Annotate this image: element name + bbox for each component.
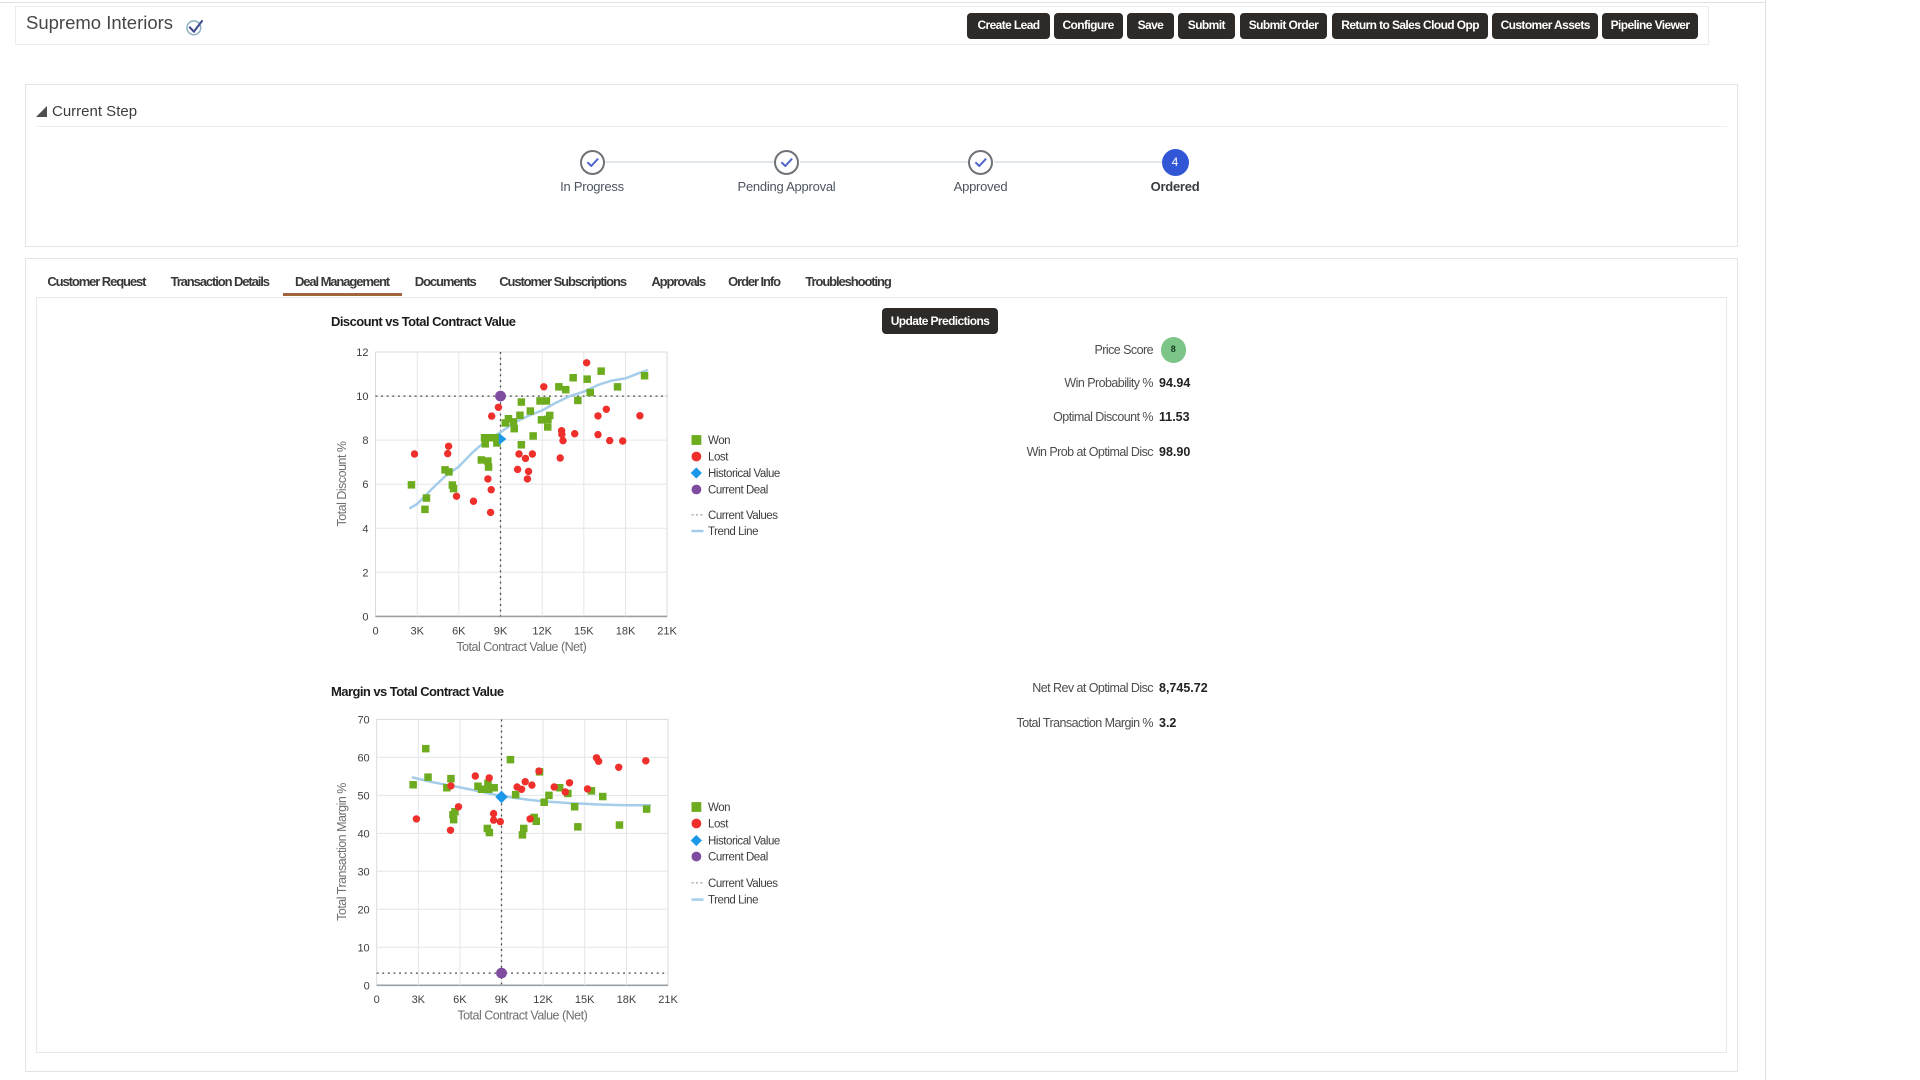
svg-text:Current Values: Current Values xyxy=(708,510,778,522)
svg-text:12K: 12K xyxy=(533,994,553,1006)
svg-text:20: 20 xyxy=(357,904,369,916)
svg-text:21K: 21K xyxy=(658,994,678,1006)
svg-text:6K: 6K xyxy=(452,626,466,638)
svg-text:3K: 3K xyxy=(412,994,426,1006)
svg-text:Current Values: Current Values xyxy=(708,878,778,890)
svg-text:4: 4 xyxy=(362,523,368,535)
svg-text:6: 6 xyxy=(362,479,368,491)
svg-text:Trend Line: Trend Line xyxy=(708,895,758,907)
svg-text:30: 30 xyxy=(357,866,369,878)
svg-text:Won: Won xyxy=(708,802,730,814)
svg-text:12: 12 xyxy=(356,347,368,359)
svg-text:0: 0 xyxy=(372,626,378,638)
svg-text:60: 60 xyxy=(357,752,369,764)
svg-text:Total Discount %: Total Discount % xyxy=(335,441,349,526)
svg-text:40: 40 xyxy=(357,828,369,840)
svg-text:50: 50 xyxy=(357,790,369,802)
svg-text:10: 10 xyxy=(356,391,368,403)
svg-text:0: 0 xyxy=(364,980,370,992)
svg-text:Discount vs Total Contract Val: Discount vs Total Contract Value xyxy=(331,314,516,329)
svg-text:Current Deal: Current Deal xyxy=(708,852,768,864)
svg-text:6K: 6K xyxy=(453,994,467,1006)
svg-text:0: 0 xyxy=(362,611,368,623)
svg-text:Lost: Lost xyxy=(708,819,729,831)
svg-text:21K: 21K xyxy=(657,626,677,638)
svg-text:Current Deal: Current Deal xyxy=(708,485,768,497)
svg-text:70: 70 xyxy=(357,714,369,726)
svg-text:2: 2 xyxy=(362,567,368,579)
svg-text:Total Contract Value (Net): Total Contract Value (Net) xyxy=(456,640,586,654)
svg-text:8: 8 xyxy=(362,435,368,447)
svg-text:Historical Value: Historical Value xyxy=(708,468,780,480)
svg-text:0: 0 xyxy=(374,994,380,1006)
svg-text:Total Contract Value (Net): Total Contract Value (Net) xyxy=(457,1009,587,1023)
svg-text:18K: 18K xyxy=(616,626,636,638)
svg-text:10: 10 xyxy=(357,942,369,954)
svg-text:12K: 12K xyxy=(532,626,552,638)
svg-text:Historical Value: Historical Value xyxy=(708,836,780,848)
svg-text:18K: 18K xyxy=(617,994,637,1006)
svg-text:Total Transaction Margin %: Total Transaction Margin % xyxy=(335,783,349,921)
svg-text:9K: 9K xyxy=(495,994,509,1006)
svg-text:15K: 15K xyxy=(574,626,594,638)
svg-text:9K: 9K xyxy=(494,626,508,638)
svg-text:3K: 3K xyxy=(410,626,424,638)
svg-text:Margin vs Total Contract Value: Margin vs Total Contract Value xyxy=(331,684,504,699)
svg-text:Trend Line: Trend Line xyxy=(708,526,758,538)
svg-text:15K: 15K xyxy=(575,994,595,1006)
